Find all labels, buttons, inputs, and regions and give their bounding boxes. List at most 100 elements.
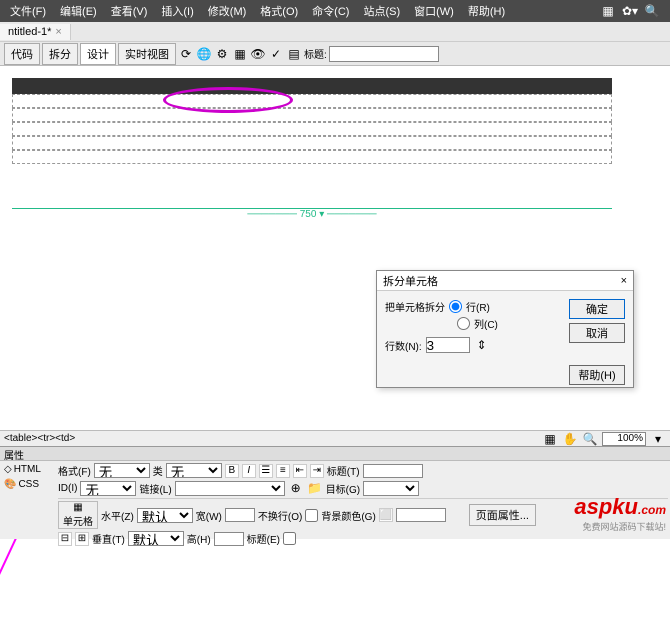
watermark: aspku.com 免费网站源码下载站! [574, 494, 666, 533]
point-to-file-icon[interactable]: ⊕ [288, 480, 304, 496]
format-label: 格式(F) [58, 463, 91, 478]
hand-tool-icon[interactable]: ✋ [562, 431, 578, 447]
split-view-button[interactable]: 拆分 [42, 43, 78, 65]
split-cell-dialog: 拆分单元格 × 把单元格拆分 行(R) 列(C) 行数(N): ⇕ [376, 270, 634, 388]
dialog-close-icon[interactable]: × [621, 275, 627, 287]
split-into-label: 把单元格拆分 [385, 299, 445, 314]
rows-radio-label: 行(R) [466, 299, 490, 314]
properties-title: 属性 [0, 447, 670, 461]
zoom-tool-icon[interactable]: 🔍 [582, 431, 598, 447]
visual-aids-icon[interactable]: ▦ [232, 46, 248, 62]
dialog-titlebar[interactable]: 拆分单元格 × [377, 271, 633, 291]
horiz-select[interactable]: 默认 [137, 508, 193, 523]
title-attr-label: 标题(T) [327, 463, 360, 478]
menu-window[interactable]: 窗口(W) [408, 3, 460, 19]
help-button[interactable]: 帮助(H) [569, 365, 625, 385]
link-select[interactable] [175, 481, 285, 496]
italic-icon[interactable]: I [242, 464, 256, 478]
table-row[interactable] [12, 150, 612, 164]
page-props-button[interactable]: 页面属性... [469, 504, 536, 526]
bgcolor-label: 背景颜色(G) [321, 508, 375, 523]
menu-commands[interactable]: 命令(C) [306, 3, 355, 19]
bgcolor-input[interactable] [396, 508, 446, 522]
nowrap-checkbox[interactable] [305, 509, 318, 522]
css-tab[interactable]: 🎨CSS [2, 478, 54, 491]
select-tool-icon[interactable]: ▦ [542, 431, 558, 447]
format-select[interactable]: 无 [94, 463, 150, 478]
menu-view[interactable]: 查看(V) [105, 3, 154, 19]
width-ruler: ─────── 750 ▾ ─────── [12, 208, 612, 218]
target-select[interactable] [363, 481, 419, 496]
ul-icon[interactable]: ☰ [259, 464, 273, 478]
cell-icon[interactable]: ▦单元格 [58, 501, 98, 529]
bold-icon[interactable]: B [225, 464, 239, 478]
rows-radio[interactable] [449, 300, 462, 313]
num-rows-input[interactable] [426, 337, 470, 353]
width-input[interactable] [225, 508, 255, 522]
chevron-down-icon[interactable]: ▾ [650, 431, 666, 447]
width-label: 宽(W) [196, 508, 222, 523]
document-tab-bar: ntitled-1* × [0, 22, 670, 42]
live-view-button[interactable]: 实时视图 [118, 43, 176, 65]
class-label: 类 [153, 463, 163, 478]
class-select[interactable]: 无 [166, 463, 222, 478]
table-row[interactable] [12, 78, 612, 94]
properties-panel: 属性 ◇HTML 🎨CSS 格式(F) 无 类 无 B I ☰ ≡ ⇤ ⇥ 标题… [0, 446, 670, 539]
num-rows-label: 行数(N): [385, 338, 422, 353]
menu-help[interactable]: 帮助(H) [462, 3, 511, 19]
refresh-icon[interactable]: ⟳ [178, 46, 194, 62]
menu-file[interactable]: 文件(F) [4, 3, 52, 19]
outdent-icon[interactable]: ⇤ [293, 464, 307, 478]
annotation-ellipse [163, 87, 293, 113]
tab-label: ntitled-1* [8, 26, 51, 38]
target-label: 目标(G) [326, 481, 360, 496]
color-swatch[interactable]: ⬜ [379, 508, 393, 522]
title-label: 标题: [304, 46, 327, 61]
menu-format[interactable]: 格式(O) [254, 3, 304, 19]
cancel-button[interactable]: 取消 [569, 323, 625, 343]
html-tab[interactable]: ◇HTML [2, 463, 54, 476]
layout-icon[interactable]: ▦ [600, 3, 616, 19]
document-tab[interactable]: ntitled-1* × [0, 24, 71, 40]
menu-bar: 文件(F) 编辑(E) 查看(V) 插入(I) 修改(M) 格式(O) 命令(C… [0, 0, 670, 22]
horiz-label: 水平(Z) [101, 508, 134, 523]
view-toolbar: 代码 拆分 设计 实时视图 ⟳ 🌐 ⚙ ▦ 👁 ✓ ▤ 标题: [0, 42, 670, 66]
indent-icon[interactable]: ⇥ [310, 464, 324, 478]
close-tab-icon[interactable]: × [55, 26, 61, 38]
stepper-icon[interactable]: ⇕ [474, 337, 490, 353]
browse-icon[interactable]: 📁 [307, 480, 323, 496]
menu-site[interactable]: 站点(S) [357, 3, 406, 19]
design-canvas[interactable]: ─────── 750 ▾ ─────── 拆分单元格 × 把单元格拆分 行(R… [0, 66, 670, 426]
link-label: 链接(L) [139, 481, 171, 496]
globe-icon[interactable]: 🌐 [196, 46, 212, 62]
zoom-input[interactable] [602, 432, 646, 446]
menu-insert[interactable]: 插入(I) [155, 3, 199, 19]
design-view-button[interactable]: 设计 [80, 43, 116, 65]
id-select[interactable]: 无 [80, 481, 136, 496]
table-row[interactable] [12, 94, 612, 108]
menu-modify[interactable]: 修改(M) [202, 3, 253, 19]
settings-icon[interactable]: ✿▾ [622, 3, 638, 19]
table-preview[interactable] [12, 78, 612, 164]
search-icon[interactable]: 🔍 [644, 3, 660, 19]
tag-selector-bar: <table><tr><td> ▦ ✋ 🔍 ▾ [0, 430, 670, 446]
inspect-icon[interactable]: 👁 [250, 46, 266, 62]
dialog-title: 拆分单元格 [383, 273, 438, 289]
check-icon[interactable]: ✓ [268, 46, 284, 62]
sync-icon[interactable]: ⚙ [214, 46, 230, 62]
table-row[interactable] [12, 136, 612, 150]
id-label: ID(I) [58, 483, 77, 494]
ok-button[interactable]: 确定 [569, 299, 625, 319]
page-title-input[interactable] [329, 46, 439, 62]
cols-radio[interactable] [457, 317, 470, 330]
table-row[interactable] [12, 122, 612, 136]
table-row[interactable] [12, 108, 612, 122]
title-attr-input[interactable] [363, 464, 423, 478]
options-icon[interactable]: ▤ [286, 46, 302, 62]
nowrap-label: 不换行(O) [258, 508, 302, 523]
ol-icon[interactable]: ≡ [276, 464, 290, 478]
code-view-button[interactable]: 代码 [4, 43, 40, 65]
menu-edit[interactable]: 编辑(E) [54, 3, 103, 19]
cols-radio-label: 列(C) [474, 316, 498, 331]
tag-path[interactable]: <table><tr><td> [4, 433, 75, 444]
